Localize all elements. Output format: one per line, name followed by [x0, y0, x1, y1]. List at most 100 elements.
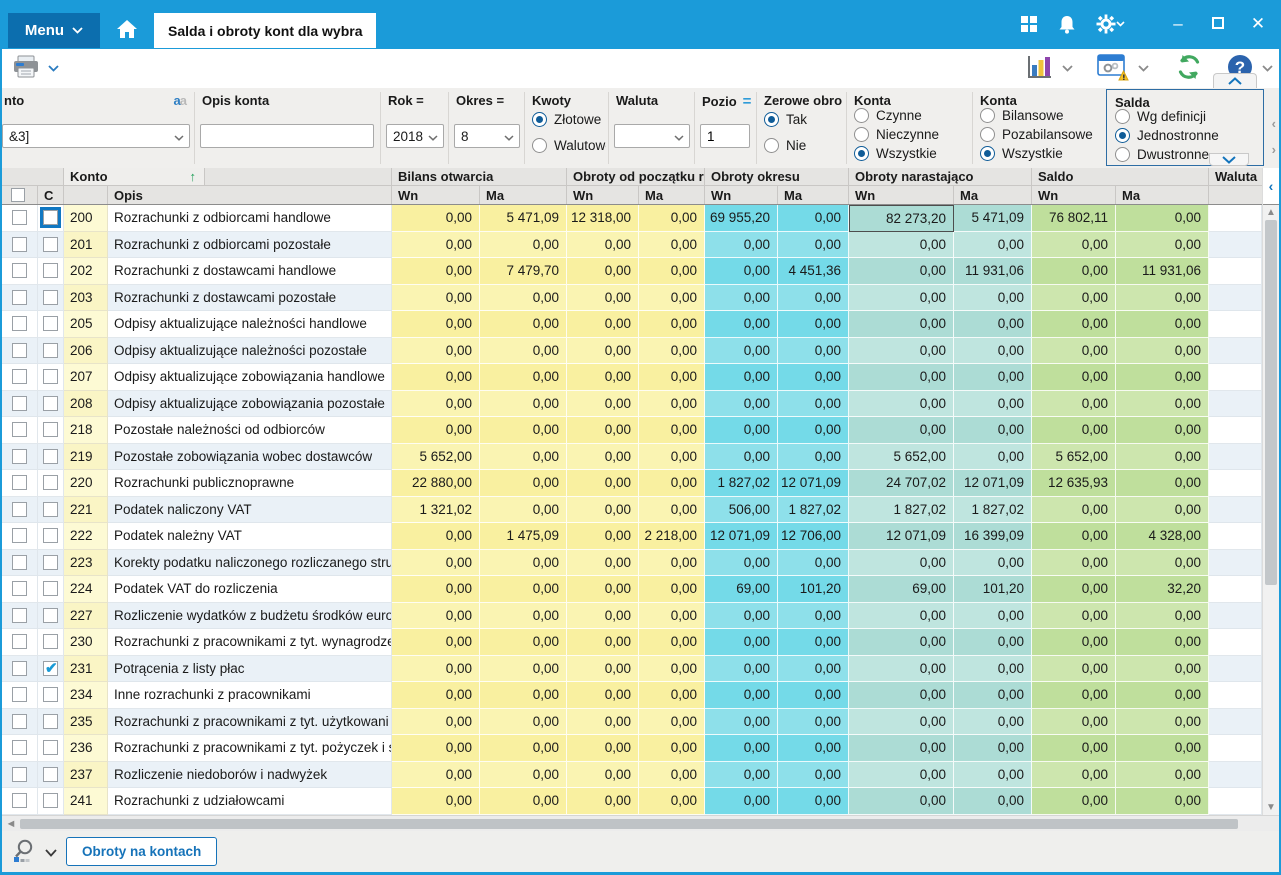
table-row[interactable]: 200 Rozrachunki z odbiorcami handlowe 0,… — [2, 205, 1262, 232]
horizontal-scroll-thumb[interactable] — [20, 818, 1238, 829]
cell-waluta[interactable] — [1209, 682, 1262, 709]
cell-bilans-otwarcia-wn[interactable]: 0,00 — [392, 576, 480, 603]
cell-bilans-otwarcia-wn[interactable]: 0,00 — [392, 284, 480, 311]
row-opis[interactable]: Pozostałe zobowiązania wobec dostawców — [108, 443, 392, 470]
table-row[interactable]: 221 Podatek naliczony VAT 1 321,02 0,00 … — [2, 496, 1262, 523]
cell-obroty-narastajaco-wn[interactable]: 0,00 — [849, 708, 954, 735]
row-select-cell[interactable] — [2, 443, 38, 470]
cell-obroty-poczatku-ma[interactable]: 0,00 — [639, 708, 705, 735]
row-c-checkbox[interactable] — [43, 687, 58, 703]
window-settings-button[interactable] — [1097, 53, 1129, 84]
table-row[interactable]: 218 Pozostałe należności od odbiorców 0,… — [2, 417, 1262, 444]
notifications-button[interactable] — [1055, 12, 1079, 36]
cell-obroty-poczatku-wn[interactable]: 0,00 — [567, 602, 639, 629]
konto-filter-select[interactable]: &3] — [2, 124, 190, 148]
row-konto[interactable]: 206 — [64, 337, 108, 364]
cell-bilans-otwarcia-wn[interactable]: 0,00 — [392, 523, 480, 550]
oo-wn-header[interactable]: Wn — [705, 186, 778, 204]
salda-expand-button[interactable] — [1209, 153, 1249, 166]
cell-obroty-poczatku-wn[interactable]: 0,00 — [567, 629, 639, 656]
row-opis[interactable]: Rozrachunki z pracownikami z tyt. użytko… — [108, 708, 392, 735]
row-c-checkbox[interactable] — [43, 369, 58, 385]
row-c-checkbox[interactable] — [40, 207, 61, 229]
cell-obroty-poczatku-wn[interactable]: 0,00 — [567, 523, 639, 550]
cell-bilans-otwarcia-wn[interactable]: 5 652,00 — [392, 443, 480, 470]
row-c-cell[interactable] — [38, 364, 64, 391]
cell-obroty-okresu-wn[interactable]: 0,00 — [705, 417, 778, 444]
menu-button[interactable]: Menu — [8, 13, 100, 48]
cell-saldo-wn[interactable]: 0,00 — [1032, 708, 1116, 735]
cell-obroty-poczatku-wn[interactable]: 0,00 — [567, 576, 639, 603]
cell-obroty-narastajaco-wn[interactable]: 0,00 — [849, 761, 954, 788]
cell-bilans-otwarcia-ma[interactable]: 1 475,09 — [480, 523, 567, 550]
cell-saldo-wn[interactable]: 0,00 — [1032, 549, 1116, 576]
row-c-checkbox[interactable] — [43, 475, 58, 491]
cell-saldo-ma[interactable]: 0,00 — [1116, 496, 1209, 523]
row-select-cell[interactable] — [2, 311, 38, 338]
cell-obroty-okresu-wn[interactable]: 0,00 — [705, 549, 778, 576]
cell-waluta[interactable] — [1209, 761, 1262, 788]
row-c-checkbox[interactable] — [43, 395, 58, 411]
cell-obroty-narastajaco-ma[interactable]: 0,00 — [954, 337, 1032, 364]
cell-saldo-ma[interactable]: 0,00 — [1116, 231, 1209, 258]
row-konto[interactable]: 231 — [64, 655, 108, 682]
row-select-checkbox[interactable] — [12, 634, 27, 650]
row-c-checkbox[interactable] — [43, 581, 58, 597]
saldo-wn-header[interactable]: Wn — [1032, 186, 1116, 204]
oo-ma-header[interactable]: Ma — [778, 186, 849, 204]
row-select-cell[interactable] — [2, 655, 38, 682]
row-konto[interactable]: 202 — [64, 258, 108, 285]
row-c-checkbox[interactable] — [43, 766, 58, 782]
cell-obroty-narastajaco-ma[interactable]: 0,00 — [954, 390, 1032, 417]
table-row[interactable]: 220 Rozrachunki publicznoprawne 22 880,0… — [2, 470, 1262, 497]
kwoty-walutowe-radio[interactable]: Walutowe — [532, 138, 606, 153]
konta-bilansowe-radio[interactable]: Bilansowe — [980, 108, 1064, 123]
cell-saldo-ma[interactable]: 0,00 — [1116, 417, 1209, 444]
cell-obroty-narastajaco-ma[interactable]: 101,20 — [954, 576, 1032, 603]
cell-bilans-otwarcia-wn[interactable]: 0,00 — [392, 364, 480, 391]
cell-obroty-okresu-ma[interactable]: 0,00 — [778, 761, 849, 788]
row-select-checkbox[interactable] — [12, 475, 27, 491]
cell-saldo-ma[interactable]: 0,00 — [1116, 682, 1209, 709]
row-opis[interactable]: Odpisy aktualizujące zobowiązania pozost… — [108, 390, 392, 417]
row-konto[interactable]: 230 — [64, 629, 108, 656]
cell-obroty-okresu-wn[interactable]: 0,00 — [705, 788, 778, 815]
cell-obroty-okresu-wn[interactable]: 0,00 — [705, 231, 778, 258]
row-c-checkbox[interactable] — [43, 342, 58, 358]
row-c-cell[interactable] — [38, 761, 64, 788]
row-select-checkbox[interactable] — [12, 713, 27, 729]
cell-obroty-poczatku-ma[interactable]: 0,00 — [639, 602, 705, 629]
print-button[interactable] — [12, 55, 40, 82]
row-opis[interactable]: Korekty podatku naliczonego rozliczanego… — [108, 549, 392, 576]
cell-obroty-poczatku-wn[interactable]: 0,00 — [567, 761, 639, 788]
cell-waluta[interactable] — [1209, 576, 1262, 603]
row-opis[interactable]: Rozrachunki z dostawcami handlowe — [108, 258, 392, 285]
row-konto[interactable]: 219 — [64, 443, 108, 470]
cell-obroty-narastajaco-wn[interactable]: 0,00 — [849, 231, 954, 258]
cell-obroty-okresu-ma[interactable]: 1 827,02 — [778, 496, 849, 523]
row-c-checkbox[interactable] — [43, 607, 58, 623]
cell-obroty-okresu-ma[interactable]: 0,00 — [778, 443, 849, 470]
row-select-cell[interactable] — [2, 205, 38, 232]
cell-saldo-ma[interactable]: 0,00 — [1116, 602, 1209, 629]
cell-bilans-otwarcia-wn[interactable]: 0,00 — [392, 258, 480, 285]
row-c-cell[interactable] — [38, 390, 64, 417]
row-c-checkbox[interactable] — [43, 740, 58, 756]
cell-bilans-otwarcia-ma[interactable]: 0,00 — [480, 284, 567, 311]
zerowe-nie-radio[interactable]: Nie — [764, 138, 806, 153]
row-konto[interactable]: 220 — [64, 470, 108, 497]
row-c-cell[interactable] — [38, 549, 64, 576]
cell-obroty-poczatku-wn[interactable]: 0,00 — [567, 496, 639, 523]
cell-obroty-poczatku-ma[interactable]: 0,00 — [639, 258, 705, 285]
row-c-cell[interactable] — [38, 523, 64, 550]
row-select-cell[interactable] — [2, 523, 38, 550]
row-select-cell[interactable] — [2, 735, 38, 762]
row-select-cell[interactable] — [2, 761, 38, 788]
cell-bilans-otwarcia-ma[interactable]: 0,00 — [480, 443, 567, 470]
row-konto[interactable]: 203 — [64, 284, 108, 311]
row-c-cell[interactable] — [38, 682, 64, 709]
row-opis[interactable]: Podatek VAT do rozliczenia — [108, 576, 392, 603]
cell-obroty-poczatku-wn[interactable]: 0,00 — [567, 231, 639, 258]
row-select-checkbox[interactable] — [12, 369, 27, 385]
cell-obroty-okresu-ma[interactable]: 4 451,36 — [778, 258, 849, 285]
